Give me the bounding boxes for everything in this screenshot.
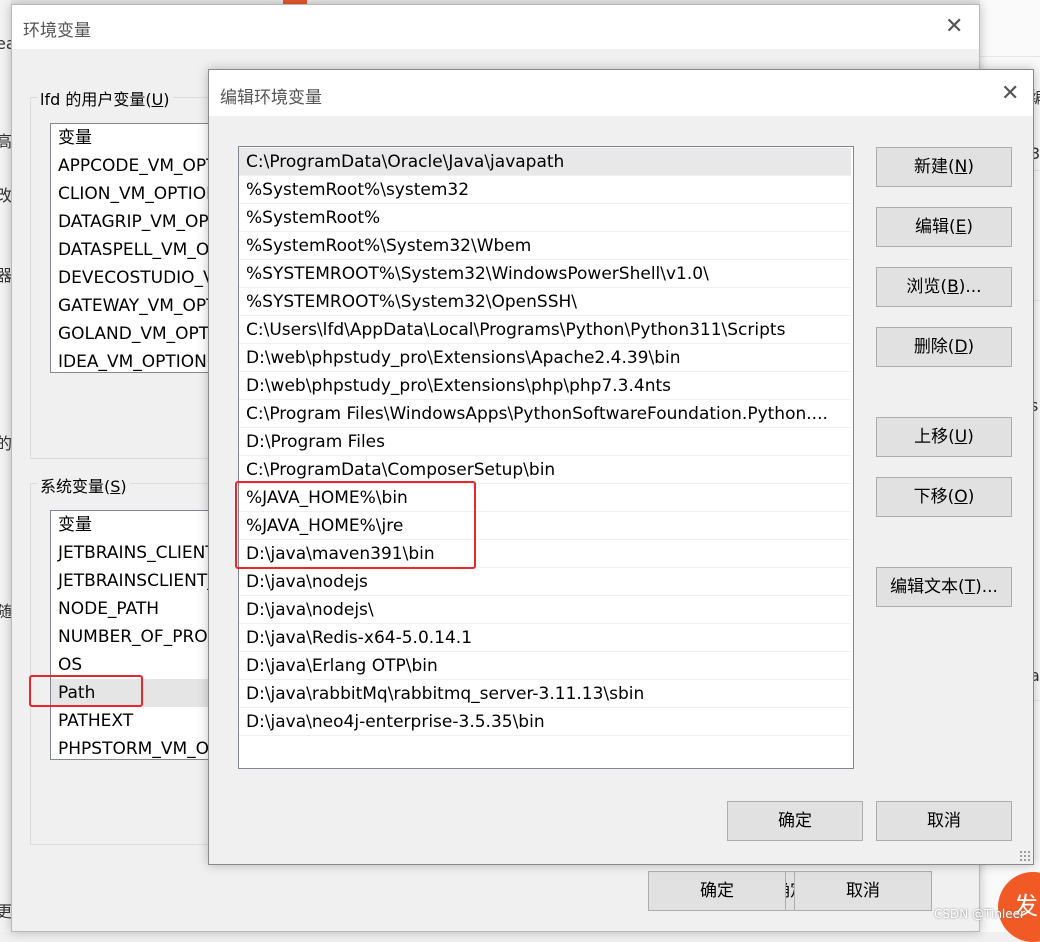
path-entry[interactable]: D:\java\Erlang OTP\bin [239, 652, 851, 680]
user-variables-label: lfd 的用户变量(U) [37, 86, 173, 110]
cancel-button[interactable]: 取消 [876, 801, 1012, 841]
path-entry[interactable]: %SystemRoot% [239, 204, 851, 232]
move-down-button[interactable]: 下移(O) [876, 477, 1012, 517]
path-entry[interactable]: %SystemRoot%\System32\Wbem [239, 232, 851, 260]
java-paths-highlight-annotation [235, 481, 476, 569]
close-icon[interactable]: ✕ [1001, 83, 1019, 105]
background-divider [980, 56, 1040, 57]
path-entries-list[interactable]: C:\ProgramData\Oracle\Java\javapath %Sys… [238, 146, 854, 769]
edit-environment-variable-dialog: 编辑环境变量 ✕ C:\ProgramData\Oracle\Java\java… [208, 69, 1034, 865]
dialog-title: 环境变量 [23, 21, 91, 41]
parent-ok-button-face[interactable]: 确定 [648, 871, 786, 911]
path-entry[interactable]: D:\web\phpstudy_pro\Extensions\php\php7.… [239, 372, 851, 400]
resize-grip-icon[interactable] [1019, 850, 1031, 862]
ok-button[interactable]: 确定 [727, 801, 863, 841]
path-entry[interactable]: %SYSTEMROOT%\System32\WindowsPowerShell\… [239, 260, 851, 288]
path-entry[interactable]: C:\ProgramData\Oracle\Java\javapath [239, 148, 851, 176]
edit-text-button[interactable]: 编辑文本(T)... [876, 567, 1012, 607]
path-entry[interactable]: D:\java\nodejs [239, 568, 851, 596]
path-entry[interactable]: D:\java\nodejs\ [239, 596, 851, 624]
path-entry[interactable]: D:\java\rabbitMq\rabbitmq_server-3.11.13… [239, 680, 851, 708]
path-entry[interactable]: D:\web\phpstudy_pro\Extensions\Apache2.4… [239, 344, 851, 372]
path-entry[interactable]: D:\java\neo4j-enterprise-3.5.35\bin [239, 708, 851, 736]
path-entry[interactable]: %SystemRoot%\system32 [239, 176, 851, 204]
dialog-title: 编辑环境变量 [220, 88, 322, 108]
watermark: CSDN @Tinleer [934, 907, 1025, 921]
browse-button[interactable]: 浏览(B)... [876, 267, 1012, 307]
dialog-titlebar: 环境变量 ✕ [12, 5, 979, 49]
move-up-button[interactable]: 上移(U) [876, 417, 1012, 457]
path-entry[interactable]: D:\Program Files [239, 428, 851, 456]
parent-cancel-button[interactable]: 取消 [794, 871, 932, 911]
close-icon[interactable]: ✕ [945, 16, 963, 38]
path-entry[interactable]: C:\ProgramData\ComposerSetup\bin [239, 456, 851, 484]
new-button[interactable]: 新建(N) [876, 147, 1012, 187]
path-highlight-annotation [29, 675, 143, 707]
system-variables-label: 系统变量(S) [37, 473, 130, 497]
path-entry[interactable]: %SYSTEMROOT%\System32\OpenSSH\ [239, 288, 851, 316]
dialog-titlebar: 编辑环境变量 ✕ [209, 70, 1033, 116]
delete-button[interactable]: 删除(D) [876, 327, 1012, 367]
path-entry[interactable]: C:\Users\lfd\AppData\Local\Programs\Pyth… [239, 316, 851, 344]
path-entry[interactable]: D:\java\Redis-x64-5.0.14.1 [239, 624, 851, 652]
path-entry[interactable]: C:\Program Files\WindowsApps\PythonSoftw… [239, 400, 851, 428]
edit-button[interactable]: 编辑(E) [876, 207, 1012, 247]
